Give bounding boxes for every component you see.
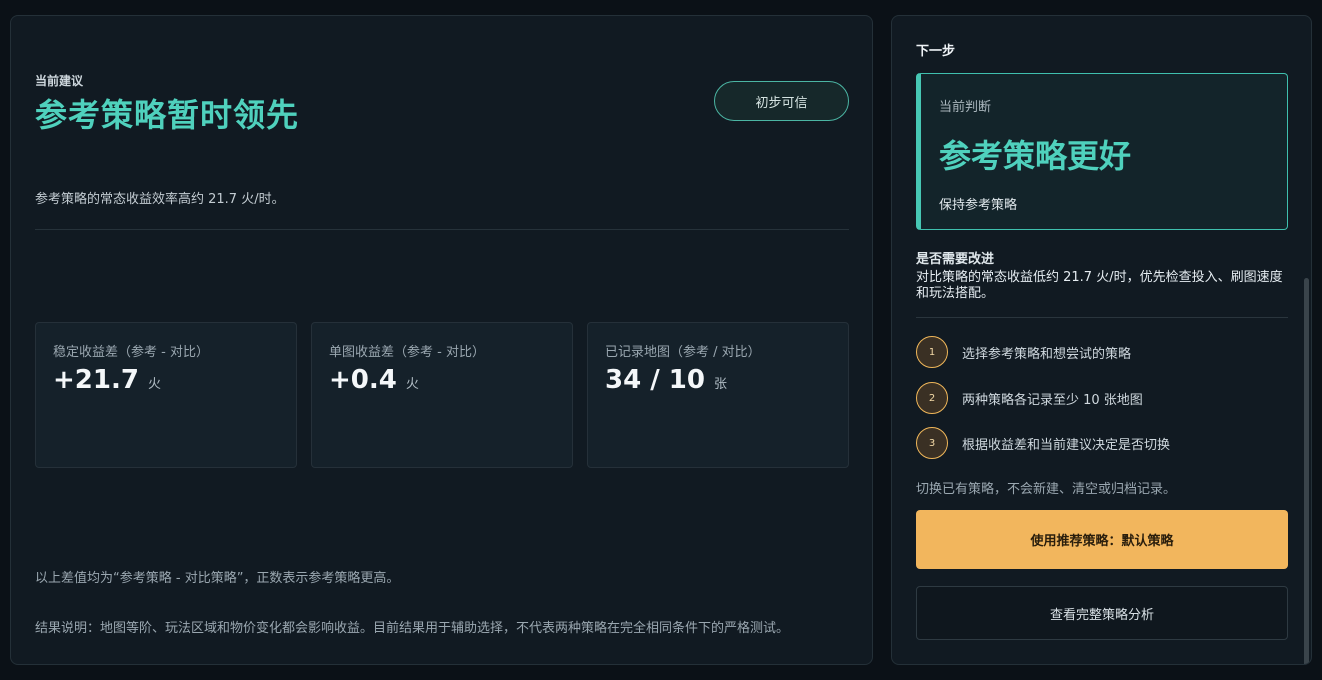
stat-label: 已记录地图（参考 / 对比） [605, 345, 761, 360]
stat-card-stable-diff: 稳定收益差（参考 - 对比） +21.7 火 [35, 322, 297, 468]
switch-note: 切换已有策略，不会新建、清空或归档记录。 [916, 482, 1177, 497]
diff-explanation-note: 以上差值均为“参考策略 - 对比策略”，正数表示参考策略更高。 [35, 571, 400, 586]
view-full-analysis-button[interactable]: 查看完整策略分析 [916, 586, 1288, 640]
judgement-label: 当前判断 [939, 100, 992, 115]
recommendation-summary: 参考策略的常态收益效率高约 21.7 火/时。 [35, 192, 285, 207]
stat-card-recorded-maps: 已记录地图（参考 / 对比） 34 / 10 张 [587, 322, 849, 468]
next-steps-title: 下一步 [916, 44, 956, 59]
stat-unit: 张 [713, 377, 727, 392]
section-eyebrow: 当前建议 [35, 74, 84, 88]
section-divider [35, 229, 849, 230]
recommendation-headline: 参考策略暂时领先 [35, 96, 300, 134]
step-item: 1 选择参考策略和想尝试的策略 [916, 336, 1131, 368]
stat-label: 稳定收益差（参考 - 对比） [53, 345, 209, 360]
step-text: 选择参考策略和想尝试的策略 [962, 346, 1132, 362]
side-divider [916, 317, 1288, 318]
judgement-card: 当前判断 参考策略更好 保持参考策略 [916, 73, 1288, 230]
step-item: 3 根据收益差和当前建议决定是否切换 [916, 427, 1170, 459]
step-text: 根据收益差和当前建议决定是否切换 [962, 437, 1171, 453]
improve-text: 对比策略的常态收益低约 21.7 火/时，优先检查投入、刷图速度和玩法搭配。 [916, 270, 1283, 301]
stat-value: +0.4 [329, 365, 397, 395]
stat-value: 34 / 10 [605, 365, 705, 395]
step-item: 2 两种策略各记录至少 10 张地图 [916, 382, 1143, 414]
confidence-badge: 初步可信 [714, 81, 849, 121]
judgement-value: 参考策略更好 [939, 137, 1132, 175]
stat-label: 单图收益差（参考 - 对比） [329, 345, 485, 360]
next-steps-panel: 下一步 当前判断 参考策略更好 保持参考策略 是否需要改进 对比策略的常态收益低… [891, 15, 1312, 665]
step-number-badge: 2 [916, 382, 948, 414]
step-number-badge: 3 [916, 427, 948, 459]
step-text: 两种策略各记录至少 10 张地图 [962, 392, 1143, 408]
use-recommended-strategy-button[interactable]: 使用推荐策略：默认策略 [916, 510, 1288, 569]
stat-value: +21.7 [53, 365, 139, 395]
stat-unit: 火 [147, 377, 161, 392]
side-panel-scrollbar[interactable] [1304, 278, 1309, 664]
stat-card-per-map-diff: 单图收益差（参考 - 对比） +0.4 火 [311, 322, 573, 468]
step-number-badge: 1 [916, 336, 948, 368]
recommendation-panel: 当前建议 参考策略暂时领先 初步可信 参考策略的常态收益效率高约 21.7 火/… [10, 15, 873, 665]
judgement-action: 保持参考策略 [939, 198, 1018, 213]
stat-unit: 火 [405, 377, 419, 392]
result-disclaimer-note: 结果说明：地图等阶、玩法区域和物价变化都会影响收益。目前结果用于辅助选择，不代表… [35, 621, 790, 636]
improve-title: 是否需要改进 [916, 252, 995, 267]
